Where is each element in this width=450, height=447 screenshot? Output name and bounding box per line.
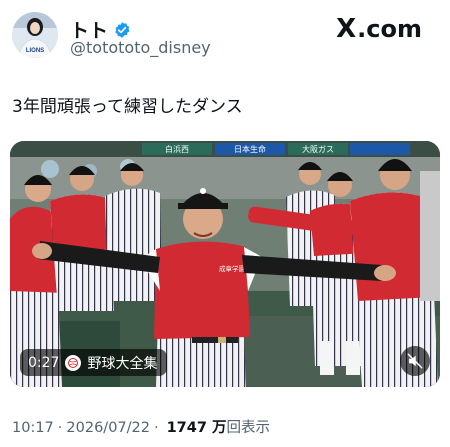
tweet-meta: 10:17 · 2026/07/22 · 1747 万 回表示 [12,416,270,437]
meta-separator: · [153,420,159,436]
source-avatar-icon [65,354,82,371]
tweet-time[interactable]: 10:17 [12,420,54,436]
banner-text: 日本生命 [234,144,266,154]
tweet-date[interactable]: 2026/07/22 [66,420,150,436]
speaker-muted-icon [407,353,423,369]
avatar[interactable]: LIONS [12,12,58,58]
video-source-label: 野球大全集 [87,355,158,372]
brand-suffix: .com [357,15,422,43]
meta-separator: · [57,420,63,436]
views-count: 1747 万 [166,420,227,436]
handle[interactable]: @totototo_disney [70,38,211,57]
tweet-text: 3年間頑張って練習したダンス [12,97,243,117]
video-duration: 0:27 [28,354,60,371]
views-label: 回表示 [226,420,271,436]
profile-photo-icon: LIONS [12,12,58,58]
video-player[interactable]: 白浜西 日本生命 大阪ガス 成章学園 0:27 野球大全集 [10,141,440,387]
banner-text: 大阪ガス [302,144,334,154]
video-duration-pill: 0:27 野球大全集 [20,349,168,376]
banner-text: 白浜西 [165,144,189,154]
x-com-brand[interactable]: X .com [336,14,422,44]
jersey-text: 成章学園 [219,264,245,273]
mute-button[interactable] [400,346,430,376]
verified-badge-icon [113,21,131,39]
avatar-jersey-text: LIONS [26,48,44,54]
x-logo-icon: X [336,14,357,44]
